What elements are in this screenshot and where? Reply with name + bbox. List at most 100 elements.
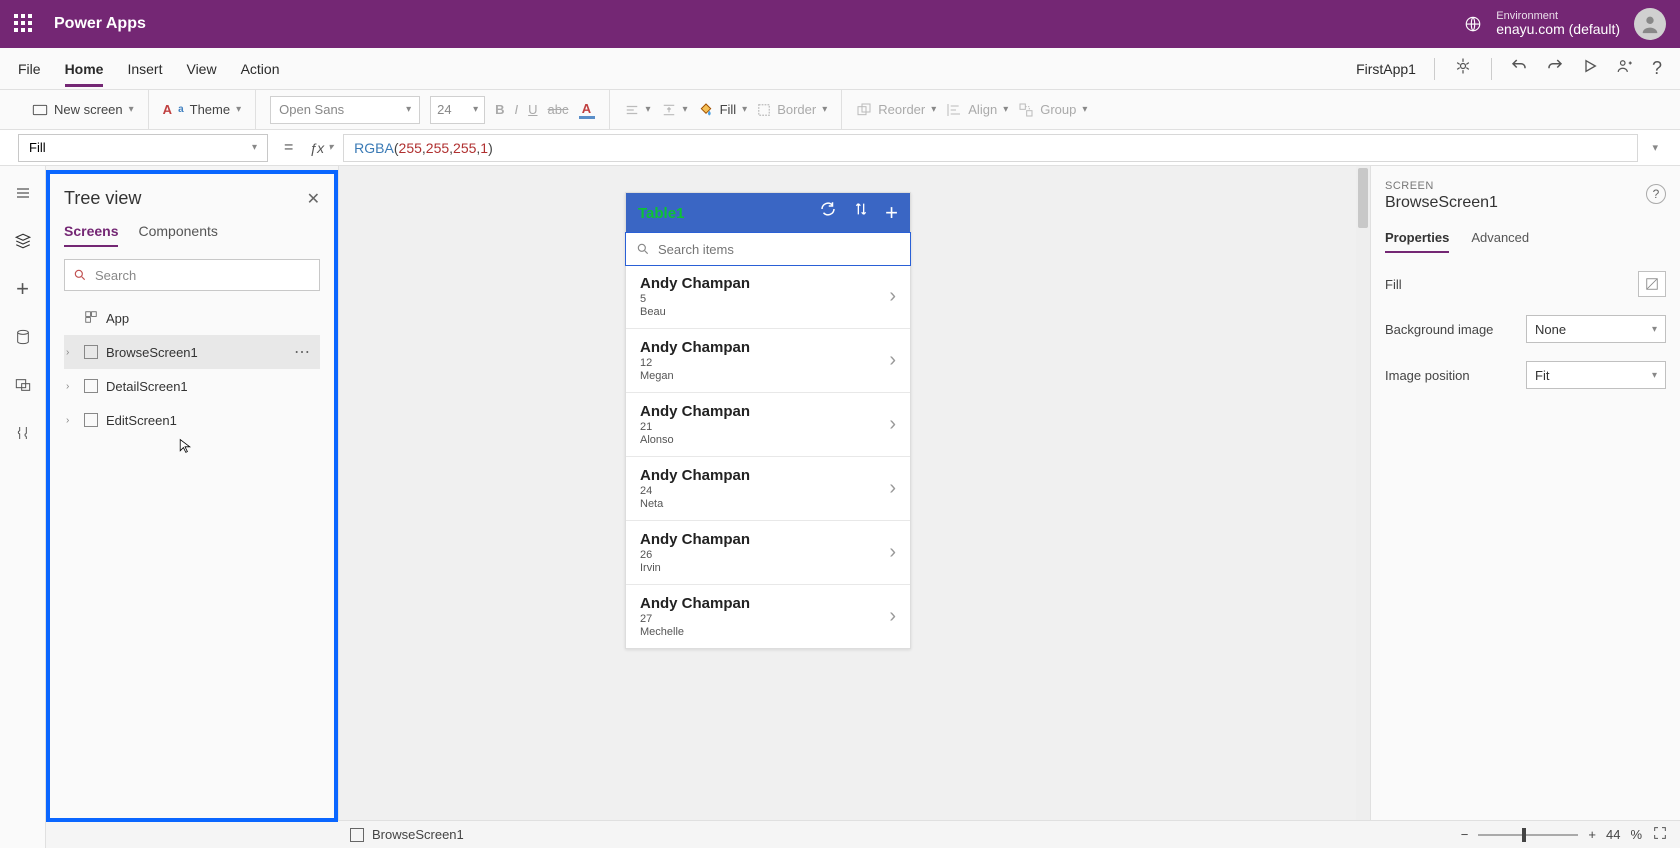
font-select[interactable]: Open Sans▾: [270, 96, 420, 124]
sort-icon[interactable]: [853, 200, 869, 226]
zoom-out-icon[interactable]: −: [1461, 827, 1469, 842]
row-name: Andy Champan: [640, 595, 750, 612]
phone-header: Table1 +: [626, 193, 910, 233]
phone-preview[interactable]: Table1 + Andy Champan5Beau›Andy Champan1…: [625, 192, 911, 649]
zoom-pct: %: [1630, 827, 1642, 842]
chevron-right-icon[interactable]: ›: [66, 415, 76, 426]
zoom-slider[interactable]: [1478, 834, 1578, 836]
list-item[interactable]: Andy Champan5Beau›: [626, 265, 910, 328]
chevron-right-icon[interactable]: ›: [66, 381, 76, 392]
product-name: Power Apps: [54, 15, 146, 33]
reorder-button[interactable]: Reorder▾: [856, 102, 936, 118]
topbar: Power Apps Environment enayu.com (defaul…: [0, 0, 1680, 48]
tree-search-input[interactable]: Search: [64, 259, 320, 291]
canvas-scrollbar[interactable]: [1356, 166, 1370, 820]
chevron-right-icon[interactable]: ›: [889, 285, 896, 308]
menu-home[interactable]: Home: [65, 51, 104, 87]
tree-item-app[interactable]: App: [64, 301, 320, 335]
more-icon[interactable]: ⋯: [294, 342, 312, 362]
bold-icon[interactable]: B: [495, 102, 504, 117]
app-checker-icon[interactable]: [1453, 56, 1473, 81]
theme-button[interactable]: Aa Theme▾: [163, 102, 241, 117]
row-name: Andy Champan: [640, 403, 750, 420]
refresh-icon[interactable]: [819, 200, 837, 226]
data-icon[interactable]: [10, 324, 36, 350]
menu-action[interactable]: Action: [241, 51, 280, 87]
tree-item-detailscreen1[interactable]: › DetailScreen1: [64, 369, 320, 403]
fit-screen-icon[interactable]: [1652, 825, 1668, 844]
strike-icon[interactable]: abc: [548, 102, 569, 117]
image-position-select[interactable]: Fit▾: [1526, 361, 1666, 389]
fill-button[interactable]: Fill▾: [698, 102, 748, 118]
undo-icon[interactable]: [1510, 57, 1528, 80]
screen-icon: [350, 828, 364, 842]
property-select[interactable]: Fill▾: [18, 134, 268, 162]
add-icon[interactable]: +: [885, 200, 898, 226]
formula-input[interactable]: RGBA(255, 255, 255, 1): [343, 134, 1638, 162]
zoom-in-icon[interactable]: +: [1588, 827, 1596, 842]
tree-view-icon[interactable]: [10, 228, 36, 254]
chevron-right-icon[interactable]: ›: [66, 347, 76, 358]
chevron-right-icon[interactable]: ›: [889, 541, 896, 564]
border-button[interactable]: Border▾: [757, 102, 827, 117]
play-icon[interactable]: [1582, 58, 1598, 79]
list-item[interactable]: Andy Champan24Neta›: [626, 456, 910, 520]
row-value: 5: [640, 293, 750, 305]
tab-screens[interactable]: Screens: [64, 223, 118, 247]
row-name: Andy Champan: [640, 531, 750, 548]
font-size-select[interactable]: 24▾: [430, 96, 485, 124]
environment-icon[interactable]: [1464, 15, 1482, 33]
menu-file[interactable]: File: [18, 51, 41, 87]
tree-item-browsescreen1[interactable]: › BrowseScreen1 ⋯: [64, 335, 320, 369]
redo-icon[interactable]: [1546, 57, 1564, 80]
align-button[interactable]: Align▾: [946, 102, 1008, 118]
row-value: 24: [640, 485, 750, 497]
close-icon[interactable]: ✕: [307, 189, 320, 209]
hamburger-icon[interactable]: [10, 180, 36, 206]
tools-icon[interactable]: [10, 420, 36, 446]
row-sub: Alonso: [640, 434, 750, 446]
props-tab-advanced[interactable]: Advanced: [1471, 230, 1529, 253]
environment-block[interactable]: Environment enayu.com (default): [1496, 10, 1620, 37]
new-screen-button[interactable]: New screen▾: [32, 102, 134, 117]
help-icon[interactable]: ?: [1652, 58, 1662, 79]
list-item[interactable]: Andy Champan21Alonso ›: [626, 392, 910, 456]
props-help-icon[interactable]: ?: [1646, 184, 1666, 204]
chevron-right-icon[interactable]: ›: [889, 349, 896, 372]
row-value: 26: [640, 549, 750, 561]
share-icon[interactable]: [1616, 57, 1634, 80]
group-button[interactable]: Group▾: [1018, 102, 1087, 118]
tab-components[interactable]: Components: [138, 223, 217, 247]
list-item[interactable]: Andy Champan26Irvin›: [626, 520, 910, 584]
bg-image-select[interactable]: None▾: [1526, 315, 1666, 343]
app-icon: [84, 310, 98, 327]
equals-sign: =: [278, 139, 299, 157]
insert-icon[interactable]: +: [10, 276, 36, 302]
vertical-align-icon[interactable]: ▾: [661, 103, 688, 117]
tree-item-editscreen1[interactable]: › EditScreen1: [64, 403, 320, 437]
formula-expand-icon[interactable]: ▾: [1648, 141, 1662, 154]
fx-icon[interactable]: ƒx▾: [309, 140, 333, 156]
italic-icon[interactable]: I: [515, 102, 519, 117]
prop-bg-label: Background image: [1385, 322, 1493, 337]
chevron-right-icon[interactable]: ›: [889, 477, 896, 500]
media-icon[interactable]: [10, 372, 36, 398]
row-value: 21: [640, 421, 750, 433]
chevron-right-icon[interactable]: ›: [889, 413, 896, 436]
app-launcher-icon[interactable]: [14, 14, 34, 34]
font-color-icon[interactable]: A: [579, 101, 595, 119]
canvas-area[interactable]: Table1 + Andy Champan5Beau›Andy Champan1…: [338, 166, 1370, 848]
list-item[interactable]: Andy Champan27Mechelle›: [626, 584, 910, 648]
text-align-icon[interactable]: ▾: [624, 103, 651, 117]
user-avatar[interactable]: [1634, 8, 1666, 40]
phone-search-input[interactable]: [658, 242, 900, 257]
underline-icon[interactable]: U: [528, 102, 537, 117]
phone-search[interactable]: [625, 232, 911, 266]
menu-view[interactable]: View: [186, 51, 216, 87]
list-item[interactable]: Andy Champan12Megan›: [626, 328, 910, 392]
props-tab-properties[interactable]: Properties: [1385, 230, 1449, 253]
status-bar: BrowseScreen1 − + 44 %: [338, 820, 1680, 848]
chevron-right-icon[interactable]: ›: [889, 605, 896, 628]
menu-insert[interactable]: Insert: [127, 51, 162, 87]
fill-swatch[interactable]: [1638, 271, 1666, 297]
